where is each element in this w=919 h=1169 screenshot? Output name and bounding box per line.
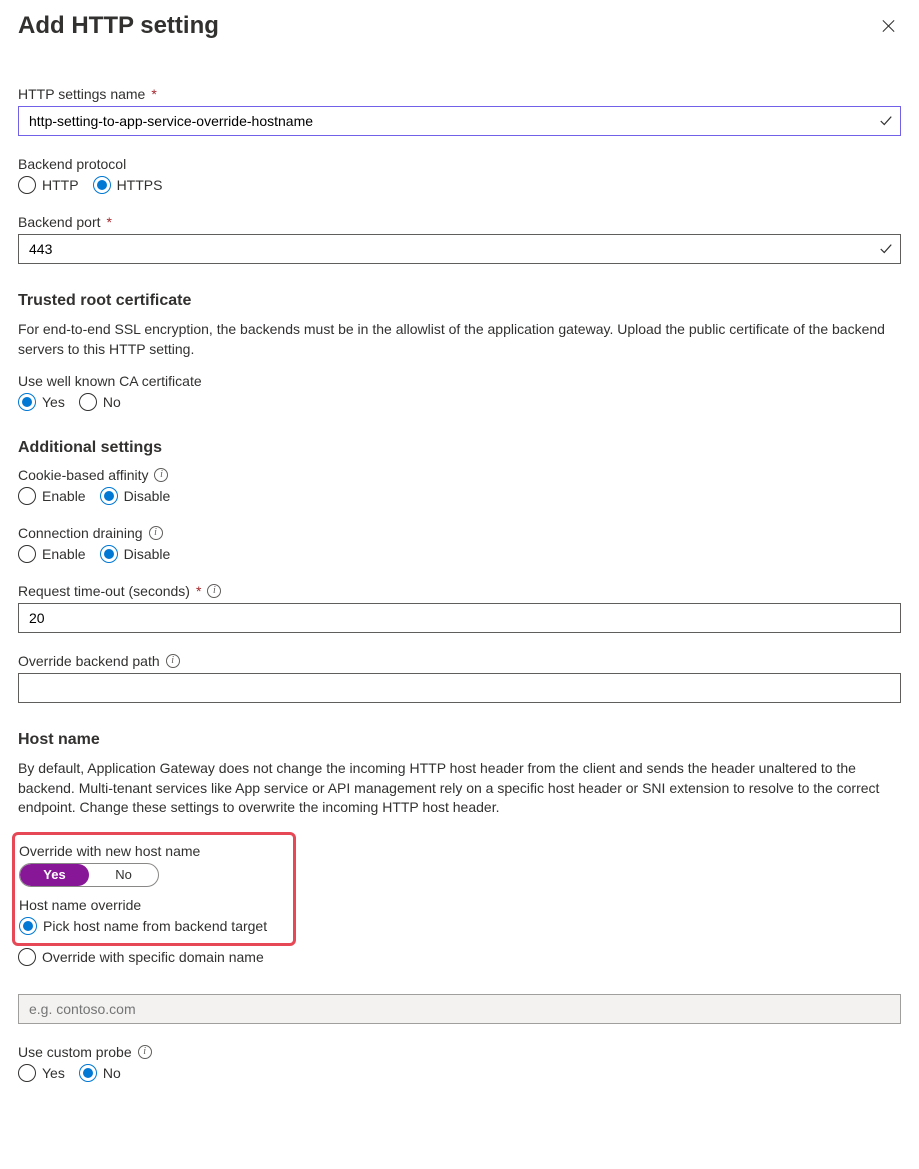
- host-name-override-specific-radio[interactable]: Override with specific domain name: [18, 948, 901, 966]
- http-settings-name-label: HTTP settings name*: [18, 86, 901, 102]
- info-icon[interactable]: i: [138, 1045, 152, 1059]
- connection-draining-disable-radio[interactable]: Disable: [100, 545, 171, 563]
- backend-protocol-label: Backend protocol: [18, 156, 901, 172]
- host-name-title: Host name: [18, 731, 901, 749]
- radio-label: Disable: [124, 488, 171, 504]
- checkmark-icon: [879, 242, 893, 256]
- radio-label: HTTP: [42, 177, 79, 193]
- radio-label: Disable: [124, 546, 171, 562]
- trusted-root-cert-title: Trusted root certificate: [18, 292, 901, 310]
- backend-protocol-https-radio[interactable]: HTTPS: [93, 176, 163, 194]
- host-name-override-label: Host name override: [19, 897, 283, 913]
- info-icon[interactable]: i: [154, 468, 168, 482]
- info-icon[interactable]: i: [207, 584, 221, 598]
- custom-probe-label: Use custom probe i: [18, 1044, 901, 1060]
- custom-probe-no-radio[interactable]: No: [79, 1064, 121, 1082]
- request-timeout-input[interactable]: [18, 603, 901, 633]
- http-settings-name-input[interactable]: [18, 106, 901, 136]
- override-new-no-option[interactable]: No: [89, 864, 158, 886]
- info-icon[interactable]: i: [166, 654, 180, 668]
- radio-label: No: [103, 394, 121, 410]
- well-known-ca-yes-radio[interactable]: Yes: [18, 393, 65, 411]
- backend-port-input[interactable]: [18, 234, 901, 264]
- well-known-ca-no-radio[interactable]: No: [79, 393, 121, 411]
- radio-label: Pick host name from backend target: [43, 918, 267, 934]
- close-icon[interactable]: [881, 18, 897, 34]
- radio-label: Override with specific domain name: [42, 949, 264, 965]
- override-new-yes-option[interactable]: Yes: [20, 864, 89, 886]
- well-known-ca-label: Use well known CA certificate: [18, 373, 901, 389]
- backend-port-label: Backend port*: [18, 214, 901, 230]
- radio-label: HTTPS: [117, 177, 163, 193]
- required-asterisk: *: [107, 214, 112, 230]
- radio-label: Enable: [42, 546, 86, 562]
- custom-probe-yes-radio[interactable]: Yes: [18, 1064, 65, 1082]
- radio-label: Yes: [42, 1065, 65, 1081]
- required-asterisk: *: [196, 583, 201, 599]
- request-timeout-label: Request time-out (seconds)* i: [18, 583, 901, 599]
- override-backend-path-input[interactable]: [18, 673, 901, 703]
- cookie-affinity-disable-radio[interactable]: Disable: [100, 487, 171, 505]
- additional-settings-title: Additional settings: [18, 439, 901, 457]
- page-title: Add HTTP setting: [18, 12, 219, 40]
- backend-protocol-http-radio[interactable]: HTTP: [18, 176, 79, 194]
- radio-label: Yes: [42, 394, 65, 410]
- override-new-host-name-label: Override with new host name: [19, 843, 283, 859]
- trusted-root-cert-desc: For end-to-end SSL encryption, the backe…: [18, 320, 901, 359]
- radio-label: Enable: [42, 488, 86, 504]
- cookie-affinity-label: Cookie-based affinity i: [18, 467, 901, 483]
- override-backend-path-label: Override backend path i: [18, 653, 901, 669]
- specific-domain-input: [18, 994, 901, 1024]
- connection-draining-label: Connection draining i: [18, 525, 901, 541]
- checkmark-icon: [879, 114, 893, 128]
- radio-label: No: [103, 1065, 121, 1081]
- host-name-highlight-box: Override with new host name Yes No Host …: [12, 832, 296, 946]
- host-name-override-backend-radio[interactable]: Pick host name from backend target: [19, 917, 283, 935]
- override-new-host-name-toggle[interactable]: Yes No: [19, 863, 159, 887]
- cookie-affinity-enable-radio[interactable]: Enable: [18, 487, 86, 505]
- required-asterisk: *: [151, 86, 156, 102]
- host-name-desc: By default, Application Gateway does not…: [18, 759, 901, 818]
- connection-draining-enable-radio[interactable]: Enable: [18, 545, 86, 563]
- info-icon[interactable]: i: [149, 526, 163, 540]
